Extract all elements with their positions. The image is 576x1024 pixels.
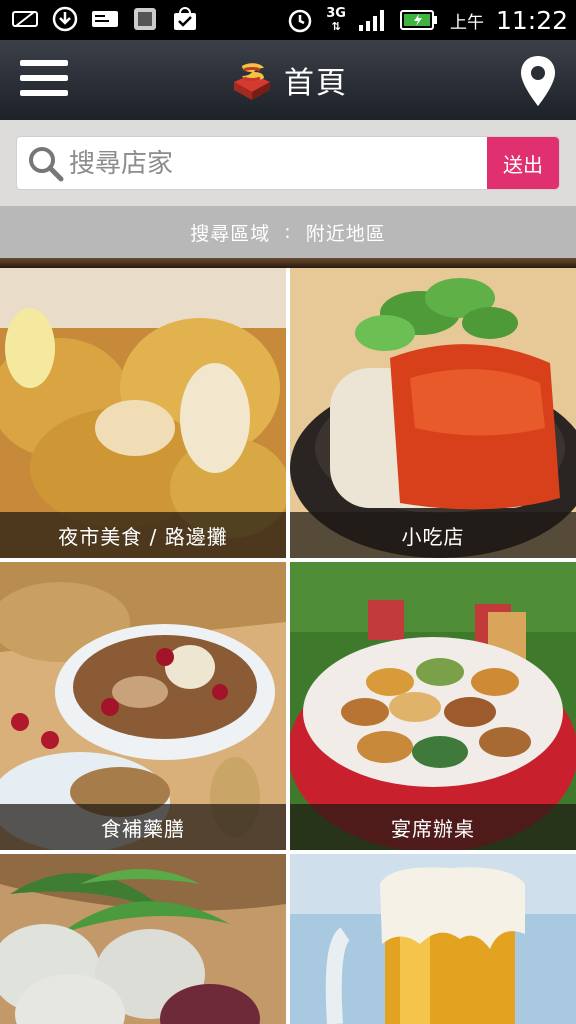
search-icon	[29, 147, 64, 182]
app-logo-icon	[234, 63, 270, 100]
region-separator: :	[284, 221, 292, 243]
category-tile-herbal-food[interactable]: 食補藥膳	[0, 562, 286, 850]
divider	[0, 258, 576, 268]
system-status: 3G ⇅ 上午 11:22	[286, 2, 568, 38]
search-region[interactable]: 搜尋區域 : 附近地區	[0, 206, 576, 258]
category-grid: 夜市美食 / 路邊攤 小吃店 食補藥膳 宴席辦桌	[0, 268, 576, 1024]
app-header: 首頁	[0, 40, 576, 120]
submit-button[interactable]: 送出	[487, 137, 559, 189]
category-tile-5[interactable]	[0, 854, 286, 1024]
region-label: 搜尋區域	[190, 222, 271, 245]
search-input[interactable]	[69, 143, 487, 185]
beer-mug-image	[290, 854, 576, 1024]
category-tile-6[interactable]	[290, 854, 576, 1024]
card-icon	[90, 4, 120, 34]
battery-charging-icon	[399, 10, 437, 30]
rice-cake-image	[0, 854, 286, 1024]
category-label: 食補藥膳	[0, 804, 286, 850]
category-label: 小吃店	[290, 512, 576, 558]
download-icon	[50, 4, 80, 34]
shopping-bag-icon	[170, 4, 200, 34]
search-box: 送出	[16, 136, 560, 190]
location-button[interactable]	[518, 54, 558, 108]
menu-button[interactable]	[20, 60, 72, 100]
region-value: 附近地區	[305, 222, 386, 245]
no-sim-icon	[10, 4, 40, 34]
category-tile-banquet[interactable]: 宴席辦桌	[290, 562, 576, 850]
network-type: 3G ⇅	[326, 6, 346, 33]
page-title: 首頁	[284, 66, 348, 101]
category-tile-night-market[interactable]: 夜市美食 / 路邊攤	[0, 268, 286, 558]
clock: 11:22	[495, 5, 568, 35]
search-bar: 送出	[0, 120, 576, 206]
status-bar: 3G ⇅ 上午 11:22	[0, 0, 576, 40]
notification-icons	[10, 4, 200, 34]
hamburger-menu-icon	[20, 60, 72, 96]
am-pm: 上午	[449, 12, 484, 33]
map-pin-icon	[521, 56, 555, 106]
category-tile-snack-shop[interactable]: 小吃店	[290, 268, 576, 558]
category-label: 宴席辦桌	[290, 804, 576, 850]
header-title-group: 首頁	[228, 54, 348, 106]
category-label: 夜市美食 / 路邊攤	[0, 512, 286, 558]
signal-icon	[358, 10, 384, 31]
alarm-icon	[288, 9, 312, 33]
gallery-icon	[130, 4, 160, 34]
